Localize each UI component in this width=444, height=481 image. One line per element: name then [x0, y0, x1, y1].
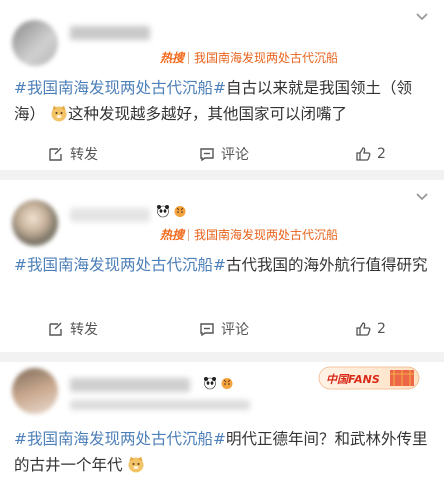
- post-card-2: 热搜 我国南海发现两处古代沉船 #我国南海发现两处古代沉船#古代我国的海外航行值…: [0, 180, 444, 352]
- hashtag-link[interactable]: #我国南海发现两处古代沉船#: [14, 256, 226, 274]
- like-button[interactable]: 2: [355, 144, 386, 164]
- post-card-3: 中国FANS #我国南海发现两处古代沉船#明代正德年间？和武林外传里的古井一个年…: [0, 362, 444, 481]
- panda-emoji: [204, 377, 216, 390]
- hot-search-badge: 热搜: [160, 51, 185, 65]
- comment-button[interactable]: 评论: [199, 319, 249, 339]
- comment-icon: [200, 323, 214, 337]
- username-blurred[interactable]: [70, 378, 190, 392]
- doge-emoji: [51, 105, 67, 122]
- hashtag-link[interactable]: #我国南海发现两处古代沉船#: [14, 430, 226, 448]
- post-text: #我国南海发现两处古代沉船#自古以来就是我国领土（领海） 这种发现越多越好，其他…: [14, 79, 412, 123]
- avatar[interactable]: [12, 200, 58, 246]
- hashtag-link[interactable]: #我国南海发现两处古代沉船#: [14, 79, 226, 97]
- post-text: #我国南海发现两处古代沉船#明代正德年间？和武林外传里的古井一个年代: [14, 430, 428, 474]
- repost-icon: [49, 147, 62, 161]
- comment-icon: [200, 148, 214, 162]
- feed-separator: [0, 352, 444, 362]
- china-fans-badge-text: 中国FANS: [326, 373, 380, 386]
- like-button[interactable]: 2: [355, 319, 386, 339]
- repost-button[interactable]: 转发: [48, 144, 98, 164]
- doge-emoji: [128, 456, 144, 473]
- tiger-emoji: [221, 378, 233, 389]
- more-chevron-icon[interactable]: [414, 192, 430, 202]
- repost-icon: [49, 322, 62, 336]
- avatar[interactable]: [12, 20, 58, 66]
- feed-separator: [0, 170, 444, 180]
- subtitle-blurred: [70, 400, 250, 410]
- action-bar: 转发 评论 2: [0, 319, 444, 339]
- comment-button[interactable]: 评论: [199, 144, 249, 164]
- panda-emoji: [157, 205, 169, 218]
- username-blurred[interactable]: [70, 208, 150, 222]
- action-bar: 转发 评论 2: [0, 144, 444, 164]
- hot-search-topic[interactable]: 我国南海发现两处古代沉船: [194, 49, 338, 66]
- avatar[interactable]: [12, 368, 58, 414]
- more-chevron-icon[interactable]: [414, 12, 430, 22]
- like-icon: [356, 322, 371, 336]
- like-icon: [356, 147, 371, 161]
- divider: [188, 52, 189, 64]
- post-card-1: 热搜 我国南海发现两处古代沉船 #我国南海发现两处古代沉船#自古以来就是我国领土…: [0, 0, 444, 170]
- hot-search-topic[interactable]: 我国南海发现两处古代沉船: [194, 226, 338, 243]
- tiger-emoji: [174, 206, 186, 217]
- china-fans-badge: 中国FANS: [318, 364, 420, 392]
- username-blurred[interactable]: [70, 26, 150, 40]
- repost-button[interactable]: 转发: [48, 319, 98, 339]
- hot-search-badge: 热搜: [160, 228, 185, 242]
- post-text: #我国南海发现两处古代沉船#古代我国的海外航行值得研究: [14, 256, 428, 274]
- china-fans-badge-art: 中国FANS: [318, 366, 420, 390]
- divider: [188, 229, 189, 241]
